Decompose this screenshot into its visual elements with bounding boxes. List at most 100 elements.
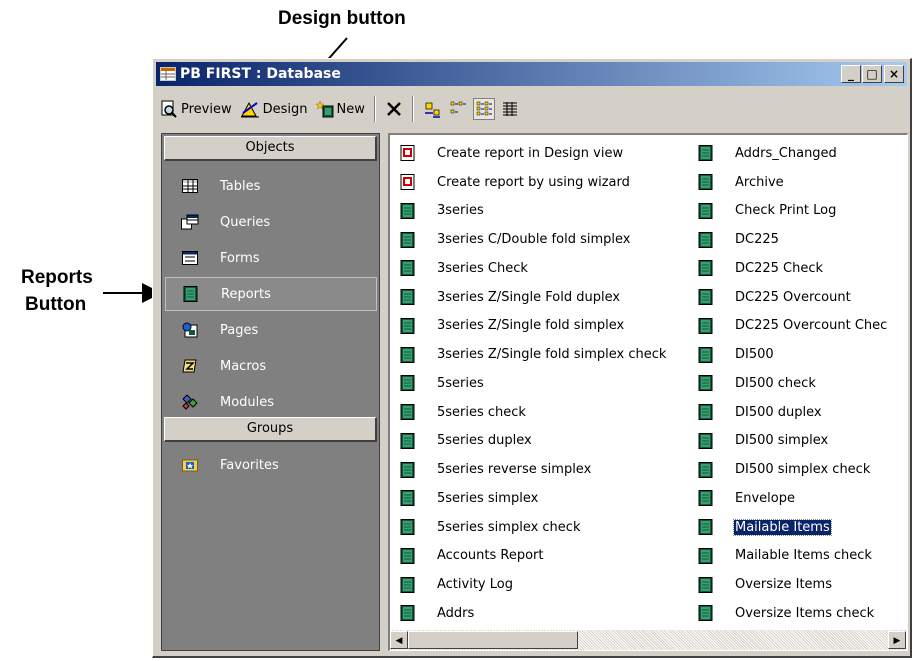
list-view-button[interactable] (472, 98, 495, 120)
details-view-icon (502, 102, 517, 116)
toolbar: Preview Design New (156, 91, 907, 127)
report-icon (698, 202, 714, 219)
report-icon (400, 490, 416, 507)
list-item-label: 3series Z/Single fold simplex check (437, 347, 667, 363)
horizontal-scrollbar[interactable]: ◀ ▶ (390, 630, 906, 650)
nav-item-queries[interactable]: Queries (165, 205, 377, 239)
list-item-report[interactable]: Accounts Report (400, 542, 667, 571)
list-item-report[interactable]: DI500 duplex (698, 398, 888, 427)
list-item-report[interactable]: Addrs (400, 599, 667, 628)
report-icon (400, 404, 416, 421)
new-button[interactable]: New (312, 95, 369, 123)
list-item-report[interactable]: 3series (400, 197, 667, 226)
nav-item-pages[interactable]: Pages (165, 313, 377, 347)
list-item-report[interactable]: Mailable Items (698, 513, 888, 542)
list-item-label: 3series C/Double fold simplex (437, 232, 631, 248)
design-button[interactable]: Design (236, 95, 312, 123)
nav-item-reports[interactable]: Reports (165, 277, 377, 311)
toolbar-separator (411, 96, 414, 122)
table-icon (180, 177, 200, 195)
list-item-report[interactable]: Archive (698, 168, 888, 197)
report-icon (698, 346, 714, 363)
list-item-report[interactable]: Addrs_Changed (698, 139, 888, 168)
list-item-wizard[interactable]: Create report by using wizard (400, 168, 667, 197)
maximize-button[interactable]: □ (862, 65, 882, 83)
list-item-report[interactable]: 3series C/Double fold simplex (400, 225, 667, 254)
list-item-label: DI500 simplex (735, 433, 829, 449)
report-icon (698, 289, 714, 306)
objects-bar: Objects Tables Queries Forms Reports Pag… (161, 133, 380, 651)
list-item-report[interactable]: DI500 (698, 340, 888, 369)
list-item-report[interactable]: DC225 Overcount Chec (698, 312, 888, 341)
nav-item-tables[interactable]: Tables (165, 169, 377, 203)
delete-button[interactable] (383, 98, 405, 120)
list-item-label: Oversize Items (735, 577, 832, 593)
report-icon (400, 317, 416, 334)
small-icons-icon (450, 101, 466, 114)
groups-header-button[interactable]: Groups (164, 417, 377, 442)
list-item-report[interactable]: DC225 (698, 225, 888, 254)
nav-item-label: Forms (220, 250, 260, 266)
list-item-label: 3series Z/Single fold simplex (437, 318, 625, 334)
list-item-report[interactable]: 5series simplex (400, 484, 667, 513)
list-item-report[interactable]: 5series check (400, 398, 667, 427)
title-bar[interactable]: PB FIRST : Database _ □ × (156, 62, 907, 86)
list-item-label: 5series simplex check (437, 519, 581, 535)
report-icon (698, 461, 714, 478)
list-item-report[interactable]: DC225 Overcount (698, 283, 888, 312)
new-label: New (336, 101, 365, 117)
list-item-design-view[interactable]: Create report in Design view (400, 139, 667, 168)
report-icon (400, 547, 416, 564)
list-item-report[interactable]: DI500 check (698, 369, 888, 398)
list-item-label: Addrs_Changed (735, 145, 837, 161)
scroll-right-button[interactable]: ▶ (888, 631, 906, 649)
list-item-label: DC225 Overcount (735, 289, 851, 305)
report-icon (698, 375, 714, 392)
list-item-label: DC225 Check (735, 260, 824, 276)
list-item-label: 3series (437, 203, 484, 219)
report-icon (698, 519, 714, 536)
list-item-report[interactable]: 3series Z/Single Fold duplex (400, 283, 667, 312)
list-item-report[interactable]: Check Print Log (698, 197, 888, 226)
scroll-thumb[interactable] (408, 631, 578, 649)
reports-list-pane: Create report in Design view Create repo… (388, 133, 908, 651)
list-item-report[interactable]: Oversize Items (698, 570, 888, 599)
nav-item-forms[interactable]: Forms (165, 241, 377, 275)
minimize-button[interactable]: _ (841, 65, 861, 83)
report-icon (698, 547, 714, 564)
details-view-button[interactable] (499, 98, 521, 120)
list-item-report[interactable]: Oversize Items check (698, 599, 888, 628)
list-item-report[interactable]: 3series Z/Single fold simplex (400, 312, 667, 341)
list-item-report[interactable]: Activity Log (400, 570, 667, 599)
list-item-label: Addrs (437, 605, 475, 621)
close-button[interactable]: × (884, 65, 904, 83)
list-item-label: DI500 simplex check (735, 462, 871, 478)
list-item-report[interactable]: 3series Z/Single fold simplex check (400, 340, 667, 369)
list-item-report[interactable]: 5series (400, 369, 667, 398)
report-icon (400, 202, 416, 219)
reports-column-2: Addrs_Changed Archive Check Print Log DC225… (698, 139, 888, 628)
list-item-report[interactable]: 5series simplex check (400, 513, 667, 542)
list-item-report[interactable]: DI500 simplex (698, 427, 888, 456)
list-item-report[interactable]: DI500 simplex check (698, 455, 888, 484)
nav-item-modules[interactable]: Modules (165, 385, 377, 419)
design-label: Design (262, 101, 308, 117)
list-item-report[interactable]: Envelope (698, 484, 888, 513)
large-icons-button[interactable] (421, 98, 443, 120)
list-item-report[interactable]: 3series Check (400, 254, 667, 283)
list-item-report[interactable]: 5series duplex (400, 427, 667, 456)
small-icons-button[interactable] (447, 98, 469, 120)
list-item-label: DC225 Overcount Chec (735, 318, 888, 334)
objects-header-button[interactable]: Objects (164, 136, 377, 161)
preview-button[interactable]: Preview (156, 95, 236, 123)
list-item-report[interactable]: DC225 Check (698, 254, 888, 283)
nav-item-favorites[interactable]: Favorites (165, 448, 377, 482)
nav-item-macros[interactable]: Macros (165, 349, 377, 383)
database-window-icon (160, 67, 176, 81)
scroll-left-button[interactable]: ◀ (390, 631, 408, 649)
list-item-label: Envelope (735, 490, 795, 506)
list-item-report[interactable]: Mailable Items check (698, 542, 888, 571)
nav-item-label: Pages (220, 322, 259, 338)
list-item-report[interactable]: 5series reverse simplex (400, 455, 667, 484)
preview-label: Preview (181, 101, 232, 117)
